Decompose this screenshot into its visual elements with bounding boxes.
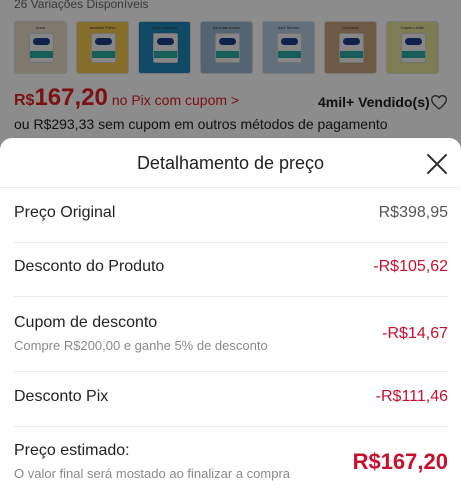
estimated-price-note: O valor final será mostado ao finalizar … [14, 466, 291, 481]
product-discount-row: Desconto do Produto -R$105,62 [14, 258, 448, 276]
coupon-value: -R$14,67 [382, 324, 448, 342]
divider [14, 242, 448, 243]
estimated-price-label: Preço estimado: [14, 442, 130, 459]
coupon-text-group: Cupom de desconto Compre R$200,00 e ganh… [14, 314, 268, 353]
original-price-value: R$398,95 [378, 204, 448, 221]
coupon-row: Cupom de desconto Compre R$200,00 e ganh… [14, 314, 448, 353]
sheet-header: Detalhamento de preço [0, 138, 461, 188]
estimated-price-row: Preço estimado: O valor final será mosta… [14, 442, 448, 481]
product-discount-value: -R$105,62 [373, 258, 448, 275]
divider [14, 426, 448, 427]
pix-discount-value: -R$111,46 [375, 388, 448, 405]
original-price-row: Preço Original R$398,95 [14, 204, 448, 222]
pix-discount-row: Desconto Pix -R$111,46 [14, 388, 448, 406]
original-price-label: Preço Original [14, 204, 116, 221]
estimated-price-value: R$167,20 [352, 448, 448, 474]
product-discount-label: Desconto do Produto [14, 258, 165, 275]
close-icon[interactable] [424, 151, 450, 177]
coupon-label: Cupom de desconto [14, 314, 158, 331]
divider [14, 371, 448, 372]
estimated-text-group: Preço estimado: O valor final será mosta… [14, 442, 290, 481]
coupon-description: Compre R$200,00 e ganhe 5% de desconto [14, 338, 268, 353]
sheet-title: Detalhamento de preço [136, 153, 325, 173]
pix-discount-label: Desconto Pix [14, 388, 109, 405]
divider [14, 296, 448, 297]
price-breakdown-sheet: Detalhamento de preço Preço Original R$3… [0, 138, 461, 500]
